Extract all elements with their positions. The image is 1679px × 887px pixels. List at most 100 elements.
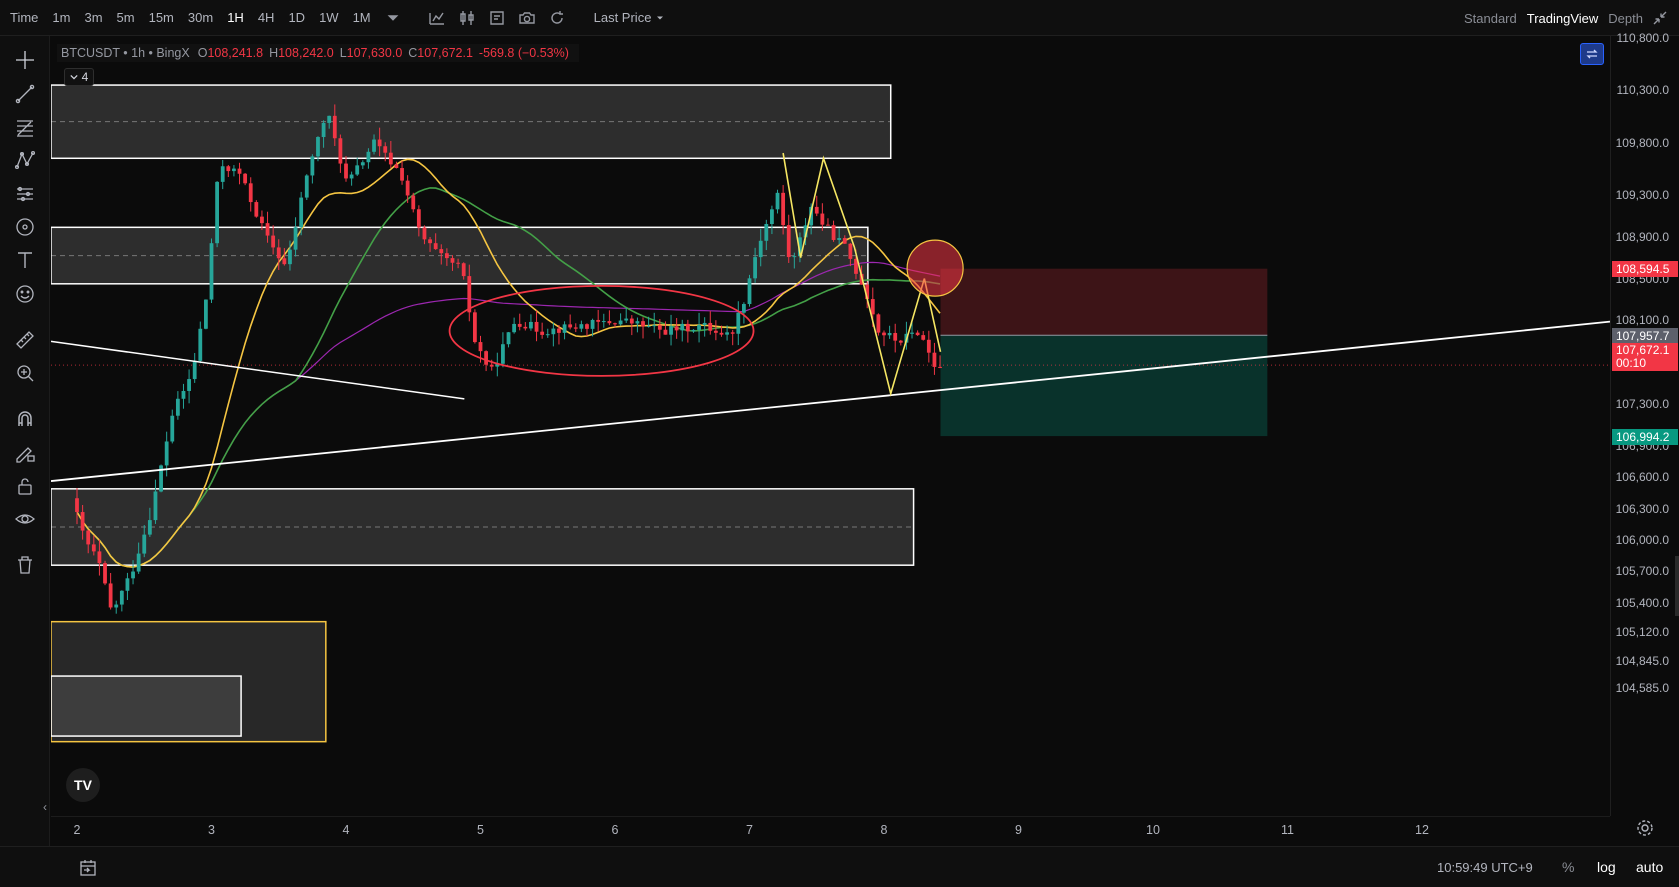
indicators-toggle[interactable]: 4: [64, 68, 94, 86]
candle-body: [147, 520, 152, 535]
tf-time[interactable]: Time: [3, 0, 45, 36]
tf-1h[interactable]: 1H: [220, 0, 251, 36]
crosshair-icon[interactable]: [12, 47, 38, 73]
camera-icon[interactable]: [516, 7, 538, 29]
candle-body: [232, 168, 236, 172]
candle: [209, 238, 214, 304]
candle-body: [820, 213, 825, 225]
candle-body: [293, 227, 298, 250]
candle-body: [747, 278, 752, 305]
candle-body: [826, 224, 830, 226]
settings-icon[interactable]: [1635, 818, 1655, 838]
pattern-icon[interactable]: [12, 147, 38, 173]
tf-3m[interactable]: 3m: [77, 0, 109, 36]
candle-body: [377, 139, 382, 147]
scale-handle[interactable]: [1675, 556, 1679, 616]
tf-15m[interactable]: 15m: [142, 0, 181, 36]
candle: [618, 313, 623, 326]
indicators-icon[interactable]: [426, 7, 448, 29]
price-mode-label: Last Price: [593, 10, 652, 25]
price-mode-select[interactable]: Last Price: [594, 10, 666, 25]
ruler-icon[interactable]: [12, 327, 38, 353]
tradingview-logo[interactable]: TV: [66, 768, 100, 802]
calendar-icon[interactable]: [78, 858, 98, 878]
candle: [175, 391, 180, 420]
candle-body: [349, 174, 354, 179]
chart-area[interactable]: TV ‹: [43, 36, 1610, 816]
candle-body: [125, 578, 130, 591]
candle: [523, 322, 528, 331]
candle: [596, 309, 601, 332]
candle-body: [271, 235, 276, 248]
candle-body: [243, 173, 248, 184]
candle-body: [142, 534, 147, 554]
candle: [893, 323, 898, 353]
candle: [170, 409, 175, 444]
stop-loss-area: [940, 268, 1268, 336]
candle-body: [848, 243, 853, 259]
scroll-left-icon[interactable]: ‹: [43, 800, 47, 814]
timeframe-dropdown-icon[interactable]: [382, 7, 404, 29]
trend-line-icon[interactable]: [12, 81, 38, 107]
tf-1w[interactable]: 1W: [312, 0, 346, 36]
candle: [355, 157, 360, 176]
candle: [713, 320, 718, 341]
fib-retracement-icon[interactable]: [12, 114, 38, 140]
text-tool-icon[interactable]: [12, 247, 38, 273]
chart-settings-button[interactable]: [1580, 43, 1604, 65]
forecast-icon[interactable]: [12, 181, 38, 207]
time-tick: 4: [342, 823, 350, 837]
lock-drawing-icon[interactable]: [12, 440, 38, 466]
tf-1d[interactable]: 1D: [281, 0, 312, 36]
candle-body: [175, 398, 180, 416]
time-tick: 10: [1146, 823, 1160, 837]
candle: [826, 218, 830, 226]
candle: [932, 342, 937, 375]
trash-icon[interactable]: [12, 552, 38, 578]
templates-icon[interactable]: [486, 7, 508, 29]
tf-30m[interactable]: 30m: [181, 0, 220, 36]
collapse-icon[interactable]: [1651, 9, 1669, 27]
tf-1m[interactable]: 1m: [45, 0, 77, 36]
candle-body: [338, 138, 343, 164]
candle-body: [898, 340, 903, 343]
tab-depth[interactable]: Depth: [1608, 11, 1643, 26]
log-toggle[interactable]: log: [1597, 859, 1616, 875]
ohlc-high: H108,242.0: [269, 46, 334, 60]
price-chart[interactable]: [51, 36, 1610, 816]
candle: [607, 310, 612, 326]
candle-body: [652, 325, 657, 327]
zoom-in-icon[interactable]: [12, 360, 38, 386]
tf-4h[interactable]: 4H: [251, 0, 282, 36]
shapes-icon[interactable]: [12, 214, 38, 240]
candle-body: [80, 512, 85, 531]
candle: [775, 189, 780, 214]
candle-body: [461, 263, 466, 277]
auto-toggle[interactable]: auto: [1636, 859, 1663, 875]
time-axis[interactable]: 2 3 4 5 6 7 8 9 10 11 12: [51, 816, 1610, 846]
tab-tradingview[interactable]: TradingView: [1527, 11, 1599, 26]
price-tick: 110,300.0: [1616, 83, 1670, 98]
lock-icon[interactable]: [12, 473, 38, 499]
chart-type-icon[interactable]: [456, 7, 478, 29]
emoji-icon[interactable]: [12, 281, 38, 307]
magnet-icon[interactable]: [12, 406, 38, 432]
candle-body: [321, 122, 326, 138]
tab-standard[interactable]: Standard: [1464, 11, 1517, 26]
candle: [747, 274, 752, 307]
refresh-icon[interactable]: [546, 7, 568, 29]
price-axis[interactable]: 110,800.0 110,300.0 109,800.0 109,300.0 108,…: [1610, 31, 1679, 816]
candle: [517, 313, 522, 331]
ascending-trendline: [51, 320, 1610, 482]
candle: [125, 572, 130, 600]
tf-1mo[interactable]: 1M: [346, 0, 378, 36]
candle: [702, 317, 707, 337]
candle: [512, 317, 517, 334]
clock[interactable]: 10:59:49 UTC+9: [1437, 860, 1533, 875]
candle-body: [220, 166, 225, 182]
percent-toggle[interactable]: %: [1562, 859, 1574, 875]
tf-5m[interactable]: 5m: [110, 0, 142, 36]
candle-body: [529, 321, 533, 329]
candle-body: [680, 323, 685, 331]
eye-icon[interactable]: [12, 506, 38, 532]
